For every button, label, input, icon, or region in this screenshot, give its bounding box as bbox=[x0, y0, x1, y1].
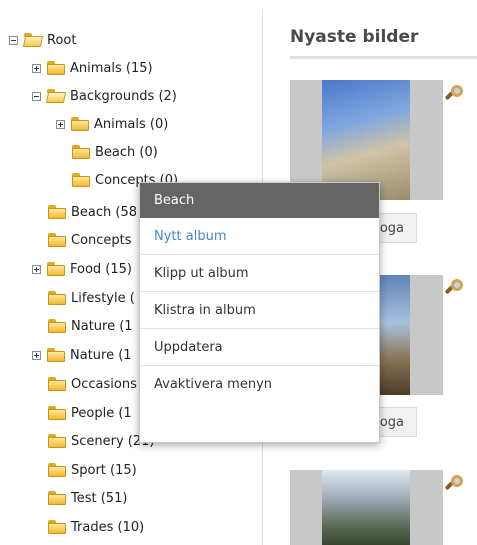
tree-node[interactable]: Nature (1 bbox=[48, 315, 133, 337]
folder-icon bbox=[48, 319, 66, 333]
tree-node[interactable]: Animals (15) bbox=[32, 57, 153, 79]
tree-node[interactable]: Nature (1 bbox=[32, 344, 132, 366]
tree-node-label: Nature (1 bbox=[70, 347, 132, 363]
expand-icon[interactable] bbox=[32, 264, 41, 274]
tree-node-label: Backgrounds (2) bbox=[70, 88, 177, 104]
thumbnail-photo bbox=[322, 470, 410, 545]
page-title: Nyaste bilder bbox=[290, 27, 419, 47]
folder-icon bbox=[72, 145, 90, 159]
menu-item-cut-album[interactable]: Klipp ut album bbox=[140, 255, 379, 292]
zoom-icon[interactable] bbox=[444, 278, 468, 302]
tree-node[interactable]: Lifestyle ( bbox=[48, 287, 135, 309]
tree-node-label: Animals (15) bbox=[70, 60, 153, 76]
tree-node[interactable]: People (1 bbox=[48, 402, 132, 424]
folder-icon bbox=[48, 463, 66, 477]
menu-item-refresh[interactable]: Uppdatera bbox=[140, 329, 379, 366]
tree-node-label: Animals (0) bbox=[94, 116, 169, 132]
tree-node-label: Beach (0) bbox=[95, 144, 158, 160]
tree-node-label: Concepts bbox=[71, 232, 132, 248]
menu-item-new-album[interactable]: Nytt album bbox=[140, 218, 379, 255]
folder-icon bbox=[48, 205, 66, 219]
tree-node-label: People (1 bbox=[71, 405, 132, 421]
tree-node[interactable]: Trades (10) bbox=[48, 516, 144, 538]
open-folder-icon bbox=[24, 33, 42, 47]
zoom-icon[interactable] bbox=[444, 474, 468, 498]
tree-node-label: Trades (10) bbox=[71, 519, 145, 535]
tree-node-label: Nature (1 bbox=[71, 318, 133, 334]
folder-icon bbox=[48, 520, 66, 534]
tree-node[interactable]: Beach (58 bbox=[48, 201, 137, 223]
expand-icon[interactable] bbox=[32, 350, 41, 360]
expand-icon[interactable] bbox=[56, 119, 65, 129]
tree-node[interactable]: Beach (0) bbox=[72, 141, 158, 163]
tree-node-label: Beach (58 bbox=[71, 204, 138, 220]
collapse-icon[interactable] bbox=[9, 35, 18, 45]
folder-icon bbox=[48, 233, 66, 247]
tree-node-label: Test (51) bbox=[71, 490, 128, 506]
open-folder-icon bbox=[47, 89, 65, 103]
tree-node[interactable]: Backgrounds (2) bbox=[32, 85, 177, 107]
tree-node[interactable]: Occasions bbox=[48, 373, 137, 395]
image-thumbnail[interactable] bbox=[290, 470, 443, 545]
folder-icon bbox=[48, 291, 66, 305]
tree-node[interactable]: Animals (0) bbox=[56, 113, 168, 135]
heading-underline bbox=[290, 56, 477, 59]
tree-node[interactable]: Sport (15) bbox=[48, 459, 137, 481]
expand-icon[interactable] bbox=[32, 63, 41, 73]
folder-icon bbox=[72, 173, 90, 187]
folder-icon bbox=[71, 117, 89, 131]
tree-node[interactable]: Test (51) bbox=[48, 487, 127, 509]
folder-icon bbox=[48, 434, 66, 448]
tree-node[interactable]: Root bbox=[9, 29, 76, 51]
menu-item-disable-menu[interactable]: Avaktivera menyn bbox=[140, 366, 379, 403]
menu-item-paste-album[interactable]: Klistra in album bbox=[140, 292, 379, 329]
context-menu-title: Beach bbox=[140, 183, 379, 218]
tree-node-label: Food (15) bbox=[70, 261, 132, 277]
tree-node[interactable]: Food (15) bbox=[32, 258, 132, 280]
folder-icon bbox=[48, 491, 66, 505]
tree-node-label: Lifestyle ( bbox=[71, 290, 135, 306]
context-menu: Beach Nytt album Klipp ut album Klistra … bbox=[139, 182, 380, 443]
folder-icon bbox=[48, 377, 66, 391]
zoom-icon[interactable] bbox=[444, 84, 468, 108]
folder-icon bbox=[47, 348, 65, 362]
collapse-icon[interactable] bbox=[32, 91, 41, 101]
tree-node-label: Occasions bbox=[71, 376, 137, 392]
folder-icon bbox=[48, 406, 66, 420]
tree-node-label: Root bbox=[47, 32, 77, 48]
tree-node[interactable]: Concepts bbox=[48, 229, 132, 251]
tree-node-label: Sport (15) bbox=[71, 462, 137, 478]
folder-icon bbox=[47, 61, 65, 75]
folder-icon bbox=[47, 262, 65, 276]
